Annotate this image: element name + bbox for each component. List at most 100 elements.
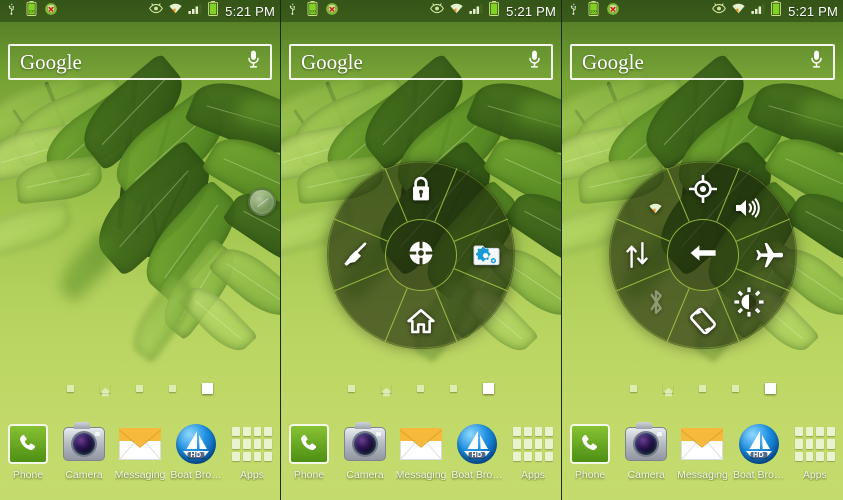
dock-item-apps[interactable]: Apps xyxy=(788,422,842,481)
wallpaper-leaf xyxy=(0,199,76,259)
google-search-bar[interactable]: Google xyxy=(570,44,835,80)
radial-segment-gps-location[interactable] xyxy=(686,172,720,206)
page-indicator xyxy=(281,383,561,397)
dock-item-camera[interactable]: Camera xyxy=(619,422,673,481)
android-error-icon xyxy=(325,2,339,21)
radial-menu-main: 100 5:21 PM Google Phone Camera Messagin… xyxy=(281,0,562,500)
wifi-icon xyxy=(449,2,464,20)
eye-icon xyxy=(430,2,445,20)
page-indicator-dot[interactable] xyxy=(450,385,457,392)
dock-item-camera[interactable]: Camera xyxy=(57,422,111,481)
battery-icon xyxy=(208,1,219,21)
microphone-icon[interactable] xyxy=(245,49,262,75)
signal-bars-icon xyxy=(469,2,484,20)
radial-menu[interactable] xyxy=(608,161,797,349)
dock-item-messaging[interactable]: Messaging xyxy=(675,422,729,481)
hd-badge: HD xyxy=(468,452,486,459)
dock-item-label: Apps xyxy=(521,469,545,481)
status-bar-left: 100 xyxy=(286,1,339,21)
signal-bars-icon xyxy=(188,2,203,20)
radial-menu-center-button[interactable] xyxy=(666,219,739,291)
phone-icon xyxy=(289,424,329,464)
page-indicator-dot[interactable] xyxy=(67,385,74,392)
google-search-bar[interactable]: Google xyxy=(289,44,553,80)
dock-item-label: Messaging xyxy=(677,469,728,481)
dock-item-label: Boat Bro… xyxy=(732,469,785,481)
apps-grid-icon xyxy=(794,427,835,461)
dock-item-boatbro[interactable]: HD Boat Bro… xyxy=(450,422,504,481)
radial-menu[interactable] xyxy=(327,161,515,349)
status-bar-left: 100 xyxy=(5,1,58,21)
apps-grid-icon xyxy=(513,427,553,461)
hd-badge: HD xyxy=(187,452,205,459)
radial-segment-broom-cleaner[interactable] xyxy=(338,238,372,272)
envelope-icon xyxy=(119,428,161,460)
page-indicator-dot[interactable] xyxy=(169,385,176,392)
status-bar[interactable]: 100 5:21 PM xyxy=(562,0,843,22)
radial-segment-wifi[interactable] xyxy=(639,191,673,225)
page-indicator-dot-active[interactable] xyxy=(202,383,213,394)
page-indicator-dot-active[interactable] xyxy=(764,383,776,394)
dock-item-phone[interactable]: Phone xyxy=(282,422,336,481)
dock-item-apps[interactable]: Apps xyxy=(506,422,560,481)
radial-segment-lock[interactable] xyxy=(404,172,438,206)
status-bar-right: 5:21 PM xyxy=(712,1,838,21)
back-arrow-icon xyxy=(687,239,719,272)
status-bar-clock: 5:21 PM xyxy=(788,3,838,19)
camera-icon xyxy=(344,422,386,461)
radial-segment-settings-folder[interactable] xyxy=(470,238,504,272)
google-brand-label: Google xyxy=(20,49,82,74)
dock-item-apps[interactable]: Apps xyxy=(225,422,279,481)
page-indicator-dot[interactable] xyxy=(136,385,143,392)
radial-segment-volume-speaker[interactable] xyxy=(732,191,766,225)
microphone-icon[interactable] xyxy=(808,49,825,75)
google-search-bar[interactable]: Google xyxy=(8,44,272,80)
eye-icon xyxy=(149,2,164,20)
page-indicator-dot[interactable] xyxy=(698,385,706,392)
dock-item-phone[interactable]: Phone xyxy=(1,422,55,481)
dock-item-camera[interactable]: Camera xyxy=(338,422,392,481)
radial-segment-bluetooth[interactable] xyxy=(639,285,673,319)
usb-icon xyxy=(5,2,19,21)
dock-item-boatbro[interactable]: HD Boat Bro… xyxy=(732,422,786,481)
dock-item-label: Apps xyxy=(802,469,827,481)
page-indicator-home-icon[interactable] xyxy=(381,384,392,397)
radial-segment-home[interactable] xyxy=(404,304,438,338)
page-indicator-dot[interactable] xyxy=(731,385,739,392)
android-error-icon xyxy=(44,2,58,21)
screenshot-root: 100 5:21 PM Google Phone Camera Messagin… xyxy=(0,0,843,500)
phone-icon xyxy=(8,424,48,464)
status-bar[interactable]: 100 5:21 PM xyxy=(0,0,280,22)
status-bar-left: 100 xyxy=(567,1,620,21)
page-indicator-dot[interactable] xyxy=(348,385,355,392)
dock-item-phone[interactable]: Phone xyxy=(563,422,617,481)
radial-segment-airplane-mode[interactable] xyxy=(752,238,786,272)
phone-icon xyxy=(570,424,611,464)
status-bar-right: 5:21 PM xyxy=(430,1,556,21)
page-indicator-home-icon[interactable] xyxy=(100,384,111,397)
microphone-icon[interactable] xyxy=(526,49,543,75)
dock-item-messaging[interactable]: Messaging xyxy=(113,422,167,481)
status-bar-clock: 5:21 PM xyxy=(225,3,275,19)
radial-menu-toggles: 100 5:21 PM Google Phone Camera Messagin… xyxy=(562,0,843,500)
page-indicator-home-icon[interactable] xyxy=(663,384,673,397)
dock-item-boatbro[interactable]: HD Boat Bro… xyxy=(169,422,223,481)
page-indicator-dot-active[interactable] xyxy=(483,383,494,394)
radial-segment-data-sync[interactable] xyxy=(620,238,654,272)
dock-item-label: Camera xyxy=(346,469,384,481)
radial-segment-screen-rotation[interactable] xyxy=(686,304,720,338)
page-indicator-dot[interactable] xyxy=(417,385,424,392)
radial-menu-trigger[interactable] xyxy=(248,188,276,216)
radial-segment-brightness[interactable] xyxy=(732,285,766,319)
radial-menu-center-button[interactable] xyxy=(385,219,457,291)
dock-item-messaging[interactable]: Messaging xyxy=(394,422,448,481)
android-error-icon xyxy=(606,2,620,21)
dock-item-label: Boat Bro… xyxy=(451,469,503,481)
status-bar[interactable]: 100 5:21 PM xyxy=(281,0,561,22)
page-indicator-dot[interactable] xyxy=(629,385,637,392)
status-bar-clock: 5:21 PM xyxy=(506,3,556,19)
dock-item-label: Phone xyxy=(574,469,606,481)
crosshair-target-icon xyxy=(406,238,436,273)
boat-browser-icon: HD xyxy=(176,424,216,464)
dock: Phone Camera Messaging HD Boat Bro… Apps xyxy=(0,414,280,500)
